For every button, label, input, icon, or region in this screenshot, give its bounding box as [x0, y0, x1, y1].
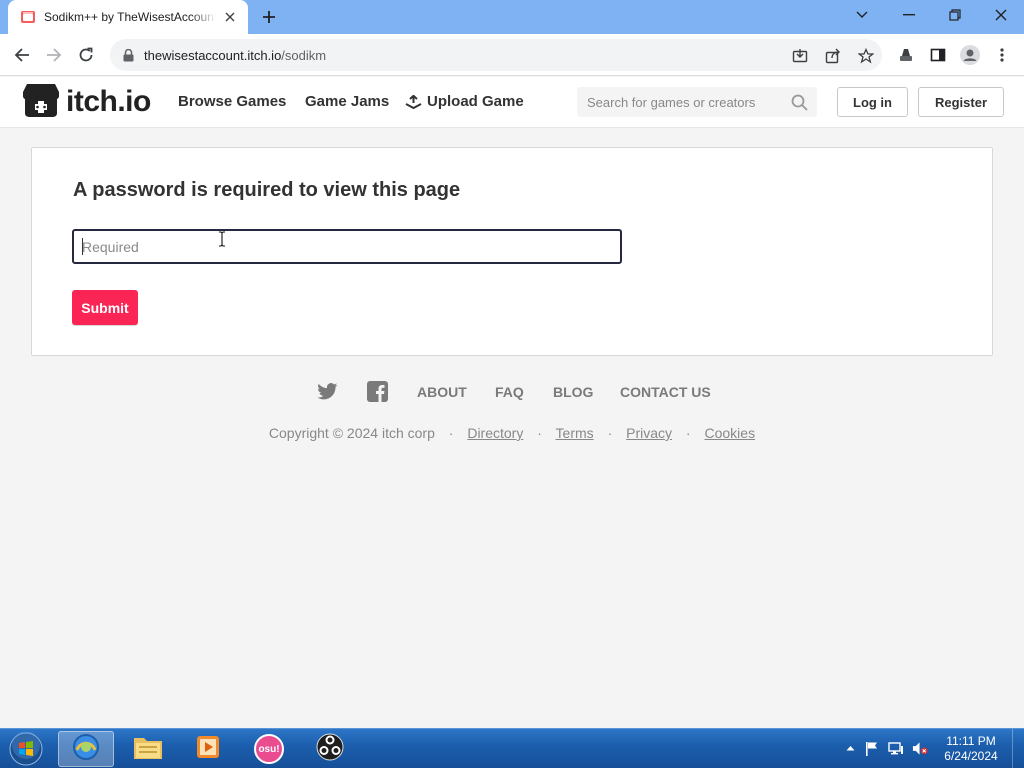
- taskbar-app-obs[interactable]: [302, 731, 358, 767]
- show-desktop-button[interactable]: [1012, 729, 1024, 768]
- url-host: thewisestaccount.itch.io: [144, 47, 282, 63]
- footer-cookies-link[interactable]: Cookies: [704, 425, 755, 441]
- lock-icon[interactable]: [120, 47, 136, 63]
- tray-expand-chevron-icon[interactable]: [842, 740, 858, 756]
- footer-terms-link[interactable]: Terms: [556, 425, 594, 441]
- bookmark-star-icon[interactable]: [856, 46, 876, 66]
- facebook-icon[interactable]: [366, 380, 388, 402]
- extensions-icon[interactable]: [894, 43, 918, 67]
- browser-toolbar: thewisestaccount.itch.io/sodikm: [0, 34, 1024, 76]
- itchio-favicon-icon: [20, 9, 36, 25]
- start-button[interactable]: [6, 730, 46, 768]
- login-button[interactable]: Log in: [837, 87, 908, 117]
- close-tab-icon[interactable]: [222, 9, 238, 25]
- taskbar-app-browser[interactable]: [58, 731, 114, 767]
- site-search-input[interactable]: [587, 94, 783, 110]
- footer-separator: ·: [537, 425, 542, 441]
- logo-text: itch.io: [66, 85, 151, 118]
- taskbar-clock[interactable]: 11:11 PM 6/24/2024: [938, 734, 1004, 764]
- submit-button[interactable]: Submit: [72, 290, 138, 325]
- obs-icon: [315, 732, 345, 767]
- clock-date: 6/24/2024: [944, 749, 998, 763]
- file-explorer-icon: [132, 733, 164, 766]
- copyright-text: Copyright © 2024 itch corp: [268, 425, 435, 441]
- site-header: itch.io Browse Games Game Jams Upload Ga…: [0, 77, 1024, 128]
- osu-icon-label: osu!: [258, 743, 280, 755]
- forward-arrow-icon[interactable]: [42, 43, 66, 67]
- page-title: A password is required to view this page: [73, 179, 461, 201]
- upload-icon: [405, 94, 422, 109]
- address-bar[interactable]: thewisestaccount.itch.io/sodikm: [110, 39, 882, 71]
- password-input[interactable]: [72, 229, 622, 264]
- share-icon[interactable]: [823, 46, 843, 66]
- back-arrow-icon[interactable]: [10, 43, 34, 67]
- tab-title: Sodikm++ by TheWisestAccount: [44, 10, 216, 24]
- footer-faq-link[interactable]: FAQ: [495, 384, 524, 400]
- upload-game-label: Upload Game: [427, 93, 524, 110]
- nav-browse-games[interactable]: Browse Games: [178, 93, 286, 110]
- twitter-icon[interactable]: [316, 380, 338, 402]
- footer-separator: ·: [448, 425, 454, 441]
- footer-separator: ·: [607, 425, 613, 441]
- taskbar-app-explorer[interactable]: [120, 731, 176, 767]
- site-search: [577, 87, 817, 117]
- footer-directory-link[interactable]: Directory: [467, 425, 523, 441]
- footer-about-link[interactable]: ABOUT: [417, 384, 467, 400]
- windows-taskbar: osu! 11:11 PM 6/24/2024: [0, 728, 1024, 768]
- footer-separator: ·: [685, 425, 691, 441]
- taskbar-app-osu[interactable]: osu!: [241, 731, 297, 767]
- footer-contact-link[interactable]: CONTACT US: [620, 384, 711, 400]
- close-window-icon[interactable]: [987, 4, 1015, 26]
- action-center-flag-icon[interactable]: [864, 740, 880, 756]
- taskbar-app-media[interactable]: [180, 731, 236, 767]
- clock-time: 11:11 PM: [946, 734, 996, 748]
- new-tab-button[interactable]: [258, 6, 280, 28]
- more-menu-icon[interactable]: [990, 43, 1014, 67]
- internet-explorer-icon: [71, 732, 101, 767]
- register-button[interactable]: Register: [918, 87, 1004, 117]
- footer-privacy-link[interactable]: Privacy: [626, 425, 672, 441]
- restore-icon[interactable]: [941, 4, 969, 26]
- browser-tab-strip: Sodikm++ by TheWisestAccount: [0, 0, 1024, 34]
- footer-legal-row: Copyright © 2024 itch corp · Directory ·…: [0, 425, 1024, 441]
- osu-icon: osu!: [254, 734, 284, 764]
- reload-icon[interactable]: [74, 43, 98, 67]
- footer-blog-link[interactable]: BLOG: [553, 384, 593, 400]
- itchio-logo-icon: [22, 82, 60, 123]
- url-path: /sodikm: [281, 47, 327, 63]
- itchio-logo[interactable]: itch.io: [22, 83, 151, 121]
- text-caret: [82, 238, 83, 255]
- minimize-icon[interactable]: [895, 4, 923, 26]
- url-text: thewisestaccount.itch.io/sodikm: [144, 48, 326, 63]
- install-app-icon[interactable]: [790, 46, 810, 66]
- search-icon[interactable]: [791, 94, 808, 111]
- side-panel-icon[interactable]: [926, 43, 950, 67]
- nav-upload-game[interactable]: Upload Game: [405, 93, 524, 110]
- mouse-ibeam-cursor-icon: [218, 231, 226, 247]
- volume-muted-icon[interactable]: [912, 740, 928, 756]
- profile-avatar-icon[interactable]: [958, 43, 982, 67]
- browser-tab[interactable]: Sodikm++ by TheWisestAccount: [8, 0, 248, 34]
- tab-search-chevron-icon[interactable]: [848, 4, 876, 26]
- nav-game-jams[interactable]: Game Jams: [305, 93, 389, 110]
- password-card: A password is required to view this page…: [31, 147, 993, 356]
- network-icon[interactable]: [888, 740, 904, 756]
- media-player-icon: [194, 733, 222, 766]
